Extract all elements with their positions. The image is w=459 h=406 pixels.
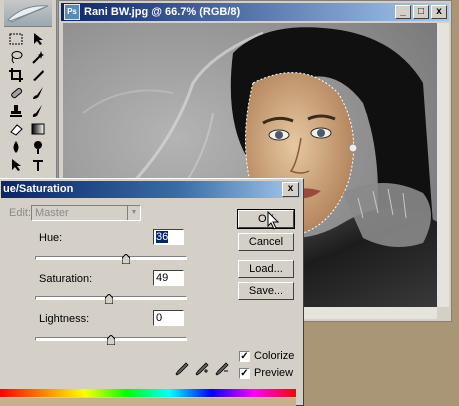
load-button[interactable]: Load... — [238, 260, 294, 278]
dialog-title: ue/Saturation — [3, 183, 74, 195]
saturation-input[interactable]: 49 — [153, 270, 184, 286]
hue-slider-thumb[interactable] — [122, 254, 131, 264]
crop-tool-icon[interactable] — [6, 66, 26, 84]
colorize-checkbox[interactable]: ✓ — [239, 351, 250, 362]
close-button[interactable]: x — [431, 5, 447, 19]
adjusted-spectrum-bar — [0, 398, 296, 406]
hue-label: Hue: — [39, 232, 63, 244]
chevron-down-icon: ▼ — [127, 206, 140, 220]
eyedropper-icon[interactable] — [175, 362, 189, 376]
edit-dropdown-value: Master — [35, 207, 69, 219]
edit-label: Edit: — [9, 207, 32, 219]
lightness-slider-thumb[interactable] — [107, 335, 115, 345]
preview-checkbox[interactable]: ✓ — [239, 368, 250, 379]
gradient-tool-icon[interactable] — [28, 120, 48, 138]
ok-button[interactable]: OK — [237, 209, 295, 229]
workspace-background — [305, 322, 459, 406]
toolbox — [0, 0, 57, 181]
type-tool-icon[interactable] — [28, 156, 48, 174]
colorize-checkmark-icon: ✓ — [240, 351, 249, 362]
hue-input[interactable]: 36 — [153, 229, 184, 245]
slice-tool-icon[interactable] — [28, 66, 48, 84]
photoshop-document-icon: Ps — [64, 4, 80, 20]
save-button[interactable]: Save... — [238, 282, 294, 300]
hue-spectrum-bar — [0, 389, 296, 397]
dialog-close-button[interactable]: x — [282, 182, 299, 197]
move-tool-icon[interactable] — [28, 30, 48, 48]
lightness-input[interactable]: 0 — [153, 310, 184, 326]
preview-label: Preview — [254, 367, 294, 379]
hue-saturation-dialog: ue/Saturation x Edit: Master ▼ Hue: 36 S… — [0, 178, 304, 406]
eyedropper-plus-icon[interactable] — [195, 362, 209, 376]
colorize-label: Colorize — [254, 350, 295, 362]
vertical-scrollbar[interactable] — [437, 23, 449, 307]
lightness-label: Lightness: — [39, 313, 90, 325]
mouse-cursor-icon — [267, 211, 280, 230]
edit-dropdown[interactable]: Master ▼ — [31, 205, 141, 221]
document-titlebar[interactable]: Ps Rani BW.jpg @ 66.7% (RGB/8) _ □ x — [61, 3, 449, 21]
saturation-slider-thumb[interactable] — [105, 294, 114, 304]
eyedropper-minus-icon[interactable] — [215, 362, 229, 376]
healing-brush-tool-icon[interactable] — [6, 84, 26, 102]
window-buttons: _ □ x — [395, 5, 447, 19]
document-title: Rani BW.jpg @ 66.7% (RGB/8) — [84, 6, 241, 18]
path-selection-tool-icon[interactable] — [6, 156, 26, 174]
history-brush-tool-icon[interactable] — [28, 102, 48, 120]
maximize-button[interactable]: □ — [413, 5, 429, 19]
dialog-titlebar[interactable]: ue/Saturation x — [1, 181, 301, 198]
hue-value: 36 — [156, 231, 169, 243]
preview-checkmark-icon: ✓ — [240, 368, 249, 379]
blur-tool-icon[interactable] — [6, 138, 26, 156]
lasso-tool-icon[interactable] — [6, 48, 26, 66]
magic-wand-tool-icon[interactable] — [28, 48, 48, 66]
photoshop-feather-logo[interactable] — [4, 0, 52, 27]
cancel-button[interactable]: Cancel — [238, 233, 294, 251]
clone-stamp-tool-icon[interactable] — [6, 102, 26, 120]
hue-slider-track[interactable] — [35, 256, 187, 260]
minimize-button[interactable]: _ — [395, 5, 411, 19]
marquee-tool-icon[interactable] — [6, 30, 26, 48]
brush-tool-icon[interactable] — [28, 84, 48, 102]
saturation-label: Saturation: — [39, 273, 93, 285]
eraser-tool-icon[interactable] — [6, 120, 26, 138]
dodge-tool-icon[interactable] — [28, 138, 48, 156]
